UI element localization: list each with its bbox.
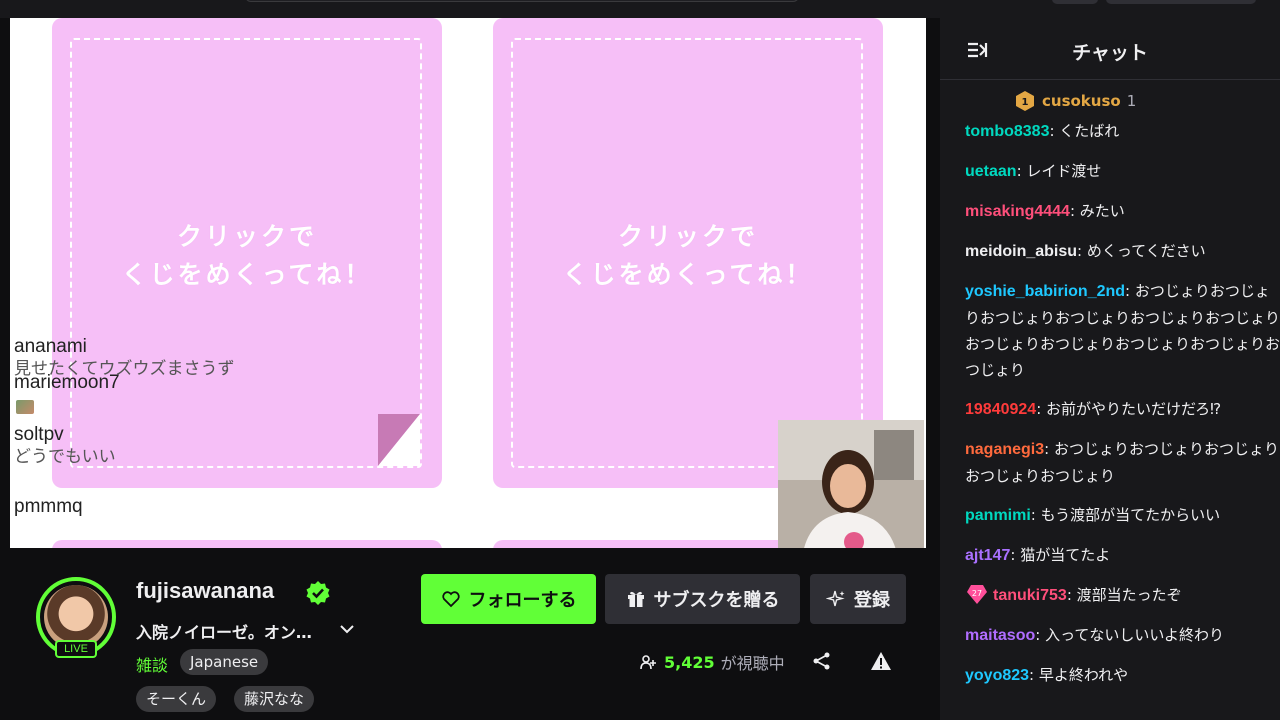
chat-message-list: tombo8383: くたばれ uetaan: レイド渡せ misaking44… [965,118,1280,689]
top-nav-button[interactable] [1052,0,1098,4]
chat-message: panmimi: もう渡部が当てたからいい [965,506,1221,524]
chat-username[interactable]: yoshie_babirion_2nd [965,283,1125,300]
chat-message: maitasoo: 入ってないしいいよ終わり [965,626,1225,644]
chat-text: めくってください [1086,242,1206,260]
viewer-count-number: 5,425 [664,652,715,672]
verified-icon [306,581,330,605]
chat-text: レイド渡せ [1026,162,1102,180]
chat-text: 渡部当たったぞ [1076,586,1182,604]
tag-japanese[interactable]: Japanese [180,649,269,675]
chat-username[interactable]: 19840924 [965,401,1036,418]
chat-header: チャット [940,18,1280,80]
chat-username[interactable]: maitasoo [965,627,1035,644]
category-link[interactable]: 雑談 [136,652,168,676]
chat-message: yoyo823: 早よ終われや [965,666,1129,684]
chat-username[interactable]: tanuki753 [993,587,1067,604]
lottery-card-text: クリックで くじをめくってね！ [121,222,373,289]
leaderboard-count: 1 [1126,92,1137,110]
chat-text: 入ってないしいいよ終わり [1045,626,1225,644]
webcam-feed [778,420,924,548]
subscribe-button[interactable]: 登録 [810,574,906,624]
chat-text: 早よ終われや [1038,666,1129,684]
overlay-chat-name: pmmmq [14,496,83,517]
sub-badge-months: 27 [972,589,982,598]
page-curl-icon [378,414,420,466]
chat-message: 19840924: お前がやりたいだけだろ⁉ [965,400,1222,418]
chat-username[interactable]: tombo8383 [965,123,1049,140]
rank-badge-icon: 1 [1016,91,1034,111]
follow-button[interactable]: フォローする [421,574,596,624]
viewers-icon [640,655,656,670]
sparkle-icon [826,590,845,607]
emote-icon [16,400,34,414]
chat-message: yoshie_babirion_2nd: おつじょりおつじょりおつじょりおつじょ… [965,282,1280,379]
top-nav-login-button[interactable] [1106,0,1256,4]
chat-panel: チャット 1 cusokuso 1 tombo8383: くたばれ uetaan… [940,18,1280,720]
live-badge: LIVE [55,640,97,658]
chat-message: 27 tanuki753: 渡部当たったぞ [965,582,1280,609]
overlay-chat-name: ananami [14,336,87,357]
gift-sub-button[interactable]: サブスクを贈る [605,574,800,624]
subscribe-button-label: 登録 [854,590,890,611]
share-icon[interactable] [812,651,832,671]
overlay-chat-name: soltpv [14,424,64,445]
chat-text: 猫が当てたよ [1020,546,1111,564]
chat-message: ajt147: 猫が当てたよ [965,546,1111,564]
top-search-bar[interactable] [245,0,799,2]
lottery-card-text: クリックで くじをめくってね！ [562,222,814,289]
channel-name[interactable]: fujisawanana [136,578,274,604]
stream-title: 入院ノイローゼ。オン… [136,623,312,642]
chevron-down-icon[interactable] [338,620,356,638]
overlay-chat-message: どうでもいい [14,447,116,466]
chat-username[interactable]: uetaan [965,163,1017,180]
chat-text: お前がやりたいだけだろ⁉ [1046,400,1222,418]
chat-message: meidoin_abisu: めくってください [965,242,1206,260]
tag-sokun[interactable]: そーくん [136,686,217,712]
chat-text: くたばれ [1059,122,1120,140]
chat-message: naganegi3: おつじょりおつじょりおつじょりおつじょりおつじょり [965,440,1279,485]
chat-message: uetaan: レイド渡せ [965,162,1102,180]
gift-sub-button-label: サブスクを贈る [653,590,780,611]
video-player[interactable]: クリックで くじをめくってね！ クリックで くじをめくってね！ ananami … [10,18,926,548]
chat-username[interactable]: panmimi [965,507,1031,524]
rank-number: 1 [1022,97,1029,108]
chat-text: みたい [1079,202,1125,220]
chat-title: チャット [1072,42,1148,64]
overlay-chat: ananami 見せたくてウズウズまさうず mariemoon7 soltpv … [14,336,344,518]
leaderboard-user: cusokuso [1042,92,1121,110]
follow-button-label: フォローする [468,590,577,611]
chat-username[interactable]: yoyo823 [965,667,1029,684]
chat-text: もう渡部が当てたからいい [1040,506,1221,524]
report-warning-icon[interactable] [870,650,892,672]
chat-message: misaking4444: みたい [965,202,1125,220]
viewer-count: 5,425 が視聴中 [640,650,785,674]
gift-icon [627,591,644,607]
heart-icon [441,591,460,608]
lottery-card-3[interactable] [52,540,442,548]
top-gifter-leaderboard[interactable]: 1 cusokuso 1 [1014,90,1136,112]
lottery-card-2[interactable]: クリックで くじをめくってね！ [493,18,883,488]
chat-username[interactable]: ajt147 [965,547,1010,564]
sub-badge-icon: 27 [967,585,987,604]
tag-fujisawa-nana[interactable]: 藤沢なな [234,686,315,712]
chat-username[interactable]: misaking4444 [965,203,1070,220]
chat-message: tombo8383: くたばれ [965,122,1120,140]
viewer-count-label: が視聴中 [720,654,785,673]
chat-username[interactable]: naganegi3 [965,441,1044,458]
chat-username[interactable]: meidoin_abisu [965,243,1077,260]
